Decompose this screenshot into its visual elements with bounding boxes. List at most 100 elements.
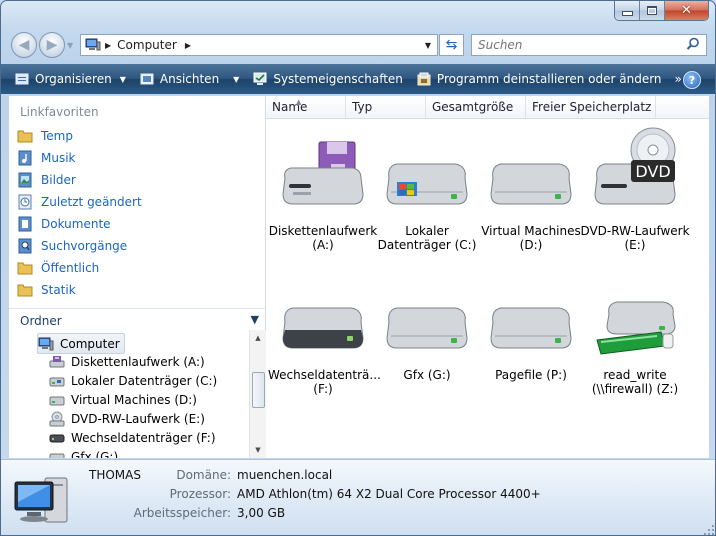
views-button[interactable]: Ansichten ▼ <box>135 64 244 94</box>
search-input[interactable] <box>476 37 680 53</box>
organize-button[interactable]: Organisieren ▼ <box>10 64 131 94</box>
drive-item-network[interactable]: read_write (\\firewall) (Z:) <box>580 296 690 396</box>
column-type[interactable]: Typ <box>346 96 426 118</box>
documents-icon <box>18 216 32 232</box>
dvd-drive-icon <box>49 411 65 426</box>
favorite-pictures[interactable]: Bilder <box>17 171 76 189</box>
uninstall-program-button[interactable]: Programm deinstallieren oder ändern <box>412 64 667 94</box>
drive-label: (D:) <box>519 238 543 252</box>
breadcrumb-computer[interactable]: Computer <box>117 38 177 52</box>
recent-icon <box>18 194 32 210</box>
favorite-recent[interactable]: Zuletzt geändert <box>17 193 142 211</box>
drive-item-gfx[interactable]: Gfx (G:) <box>372 296 482 382</box>
tree-item-dvd[interactable]: DVD-RW-Laufwerk (E:) <box>49 409 205 428</box>
tree-item-local-disk[interactable]: Lokaler Datenträger (C:) <box>49 371 217 390</box>
hard-drive-icon <box>490 163 572 205</box>
tree-item-floppy[interactable]: Diskettenlaufwerk (A:) <box>49 352 205 371</box>
scrollbar-thumb[interactable] <box>252 372 265 408</box>
hard-drive-icon <box>49 396 65 405</box>
pictures-icon <box>18 172 32 188</box>
dvd-drive-icon: DVD <box>594 127 676 205</box>
favorite-public[interactable]: Öffentlich <box>17 259 99 277</box>
folders-header[interactable]: Ordner ▼ <box>9 308 265 331</box>
drive-label: (\\firewall) (Z:) <box>591 382 679 396</box>
forward-button[interactable]: ▶ <box>39 32 65 58</box>
system-properties-label: Systemeigenschaften <box>273 72 403 86</box>
column-name[interactable]: Name ▲ <box>266 96 346 118</box>
floppy-drive-icon <box>282 141 364 205</box>
column-free-space[interactable]: Freier Speicherplatz <box>526 96 656 118</box>
searches-icon <box>18 238 32 254</box>
folders-title: Ordner <box>20 314 62 328</box>
tree-item-virtual-machines[interactable]: Virtual Machines (D:) <box>49 390 197 409</box>
memory-value: 3,00 GB <box>237 506 286 520</box>
drive-item-dvd[interactable]: DVD DVD-RW-Laufwerk (E:) <box>580 124 690 252</box>
drive-item-floppy[interactable]: Diskettenlaufwerk (A:) <box>268 136 378 252</box>
favorite-music[interactable]: Musik <box>17 149 76 167</box>
search-box[interactable] <box>471 34 707 56</box>
refresh-icon: ⇆ <box>445 37 458 53</box>
tree-item-gfx[interactable]: Gfx (G:) <box>49 447 118 458</box>
processor-value: AMD Athlon(tm) 64 X2 Dual Core Processor… <box>237 487 541 501</box>
address-bar[interactable]: ▶ Computer ▶ ▼ <box>80 34 438 56</box>
favorite-label: Suchvorgänge <box>41 239 128 253</box>
maximize-button[interactable] <box>640 1 665 20</box>
folder-tree: Computer Diskettenlaufwerk (A:) Lokaler … <box>9 330 249 458</box>
drive-item-local-disk[interactable]: Lokaler Datenträger (C:) <box>372 136 482 252</box>
refresh-button[interactable]: ⇆ <box>439 34 464 56</box>
breadcrumb-separator-icon[interactable]: ▶ <box>185 41 191 50</box>
tree-item-removable[interactable]: Wechseldatenträger (F:) <box>49 428 216 447</box>
search-icon[interactable] <box>686 37 700 51</box>
favorite-label: Bilder <box>41 173 76 187</box>
help-icon: ? <box>688 73 696 87</box>
tree-item-label: Virtual Machines (D:) <box>71 392 197 407</box>
close-button[interactable]: ✕ <box>665 1 708 20</box>
recent-pages-dropdown[interactable]: ▼ <box>67 41 73 50</box>
drive-label: Virtual Machines <box>481 224 581 238</box>
drive-item-virtual-machines[interactable]: Virtual Machines (D:) <box>476 136 586 252</box>
back-button[interactable]: ◀ <box>11 32 37 58</box>
drive-label: Wechseldatenträ... <box>268 368 381 382</box>
scroll-down-icon[interactable]: ▼ <box>250 442 266 458</box>
drive-label: (A:) <box>312 238 334 252</box>
uninstall-program-label: Programm deinstallieren oder ändern <box>436 72 662 86</box>
tree-item-label: DVD-RW-Laufwerk (E:) <box>71 411 205 426</box>
column-label: Typ <box>352 100 373 114</box>
address-dropdown-icon[interactable]: ▼ <box>425 41 431 50</box>
memory-label: Arbeitsspeicher: <box>133 506 231 520</box>
drive-label: Diskettenlaufwerk <box>268 224 378 238</box>
minimize-button[interactable] <box>615 1 640 20</box>
folder-icon <box>17 130 33 143</box>
minimize-icon <box>621 11 633 16</box>
drive-item-pagefile[interactable]: Pagefile (P:) <box>476 296 586 382</box>
favorite-searches[interactable]: Suchvorgänge <box>17 237 127 255</box>
removable-drive-icon <box>282 307 364 349</box>
toolbar-overflow-button[interactable]: » <box>675 72 682 86</box>
favorite-statik[interactable]: Statik <box>17 281 76 299</box>
help-button[interactable]: ? <box>683 71 701 89</box>
sort-ascending-icon: ▲ <box>296 98 302 106</box>
favorite-label: Zuletzt geändert <box>41 195 142 209</box>
tree-item-computer[interactable]: Computer <box>37 333 125 354</box>
explorer-window: ✕ ◀ ▶ ▼ ▶ Computer ▶ ▼ ⇆ Organisieren ▼ <box>0 0 716 536</box>
computer-icon <box>38 337 54 350</box>
scroll-up-icon[interactable]: ▲ <box>250 330 266 346</box>
resize-grip-icon[interactable] <box>703 524 715 536</box>
column-total-size[interactable]: Gesamtgröße <box>426 96 526 118</box>
computer-icon <box>85 38 101 51</box>
folder-tree-scrollbar[interactable]: ▲ ▼ <box>249 330 266 458</box>
chevron-down-icon[interactable]: ▼ <box>251 313 259 326</box>
dvd-badge: DVD <box>635 162 670 181</box>
drive-item-removable[interactable]: Wechseldatenträ... (F:) <box>268 296 381 396</box>
favorite-documents[interactable]: Dokumente <box>17 215 111 233</box>
caption-buttons: ✕ <box>614 1 709 21</box>
domain-label: Domäne: <box>176 468 231 482</box>
favorite-label: Statik <box>41 283 76 297</box>
forward-arrow-icon: ▶ <box>46 37 58 53</box>
system-properties-button[interactable]: Systemeigenschaften <box>248 64 408 94</box>
favorite-temp[interactable]: Temp <box>17 127 73 145</box>
processor-label: Prozessor: <box>169 487 231 501</box>
command-bar: Organisieren ▼ Ansichten ▼ Systemeigensc… <box>1 64 715 94</box>
breadcrumb-separator-icon[interactable]: ▶ <box>105 41 111 50</box>
organize-dropdown-icon: ▼ <box>119 74 126 84</box>
